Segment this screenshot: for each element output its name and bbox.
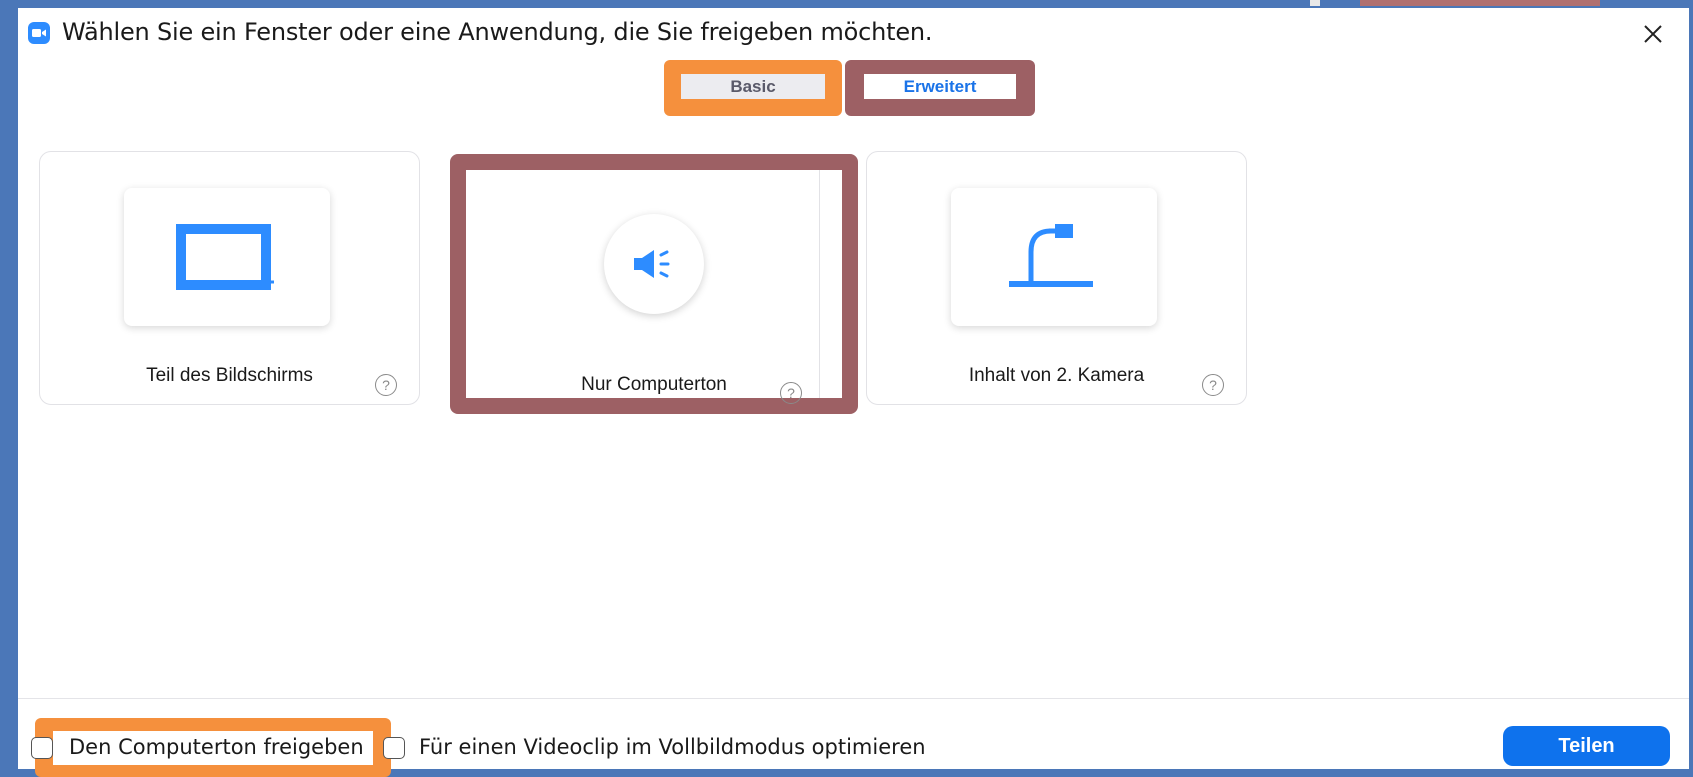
option-second-camera[interactable]: Inhalt von 2. Kamera ? bbox=[866, 151, 1247, 405]
screen-portion-icon bbox=[176, 224, 274, 290]
option-icon-box bbox=[951, 188, 1157, 326]
option-portion-of-screen[interactable]: Teil des Bildschirms ? bbox=[39, 151, 420, 405]
option-computer-audio-only[interactable]: Nur Computerton ? bbox=[450, 154, 858, 414]
speaker-icon bbox=[634, 250, 670, 278]
optimize-video-checkbox[interactable] bbox=[383, 737, 405, 759]
help-icon[interactable]: ? bbox=[375, 374, 397, 396]
background-window-strip bbox=[1310, 0, 1320, 6]
background-window-strip bbox=[1360, 0, 1600, 6]
share-dialog: Wählen Sie ein Fenster oder eine Anwendu… bbox=[18, 8, 1689, 777]
option-icon-box bbox=[124, 188, 330, 326]
help-icon[interactable]: ? bbox=[1202, 374, 1224, 396]
dialog-title: Wählen Sie ein Fenster oder eine Anwendu… bbox=[62, 18, 933, 46]
share-audio-label: Den Computerton freigeben bbox=[69, 735, 364, 759]
card-border-line bbox=[819, 170, 820, 398]
document-camera-icon bbox=[1009, 224, 1093, 287]
option-label: Teil des Bildschirms bbox=[146, 365, 313, 386]
optimize-video-label: Für einen Videoclip im Vollbildmodus opt… bbox=[419, 735, 926, 759]
help-icon[interactable]: ? bbox=[780, 382, 802, 404]
share-audio-checkbox[interactable] bbox=[31, 737, 53, 759]
speaker-icon-circle bbox=[604, 214, 704, 314]
tab-basic[interactable]: Basic bbox=[681, 74, 825, 99]
close-icon[interactable] bbox=[1639, 20, 1667, 48]
option-label: Inhalt von 2. Kamera bbox=[968, 365, 1145, 386]
tab-advanced[interactable]: Erweitert bbox=[864, 74, 1016, 99]
title-bar: Wählen Sie ein Fenster oder eine Anwendu… bbox=[18, 8, 1689, 52]
footer-divider bbox=[18, 698, 1689, 699]
zoom-app-icon bbox=[28, 22, 50, 44]
share-button[interactable]: Teilen bbox=[1503, 726, 1670, 766]
option-card-inner: Nur Computerton ? bbox=[466, 170, 842, 404]
